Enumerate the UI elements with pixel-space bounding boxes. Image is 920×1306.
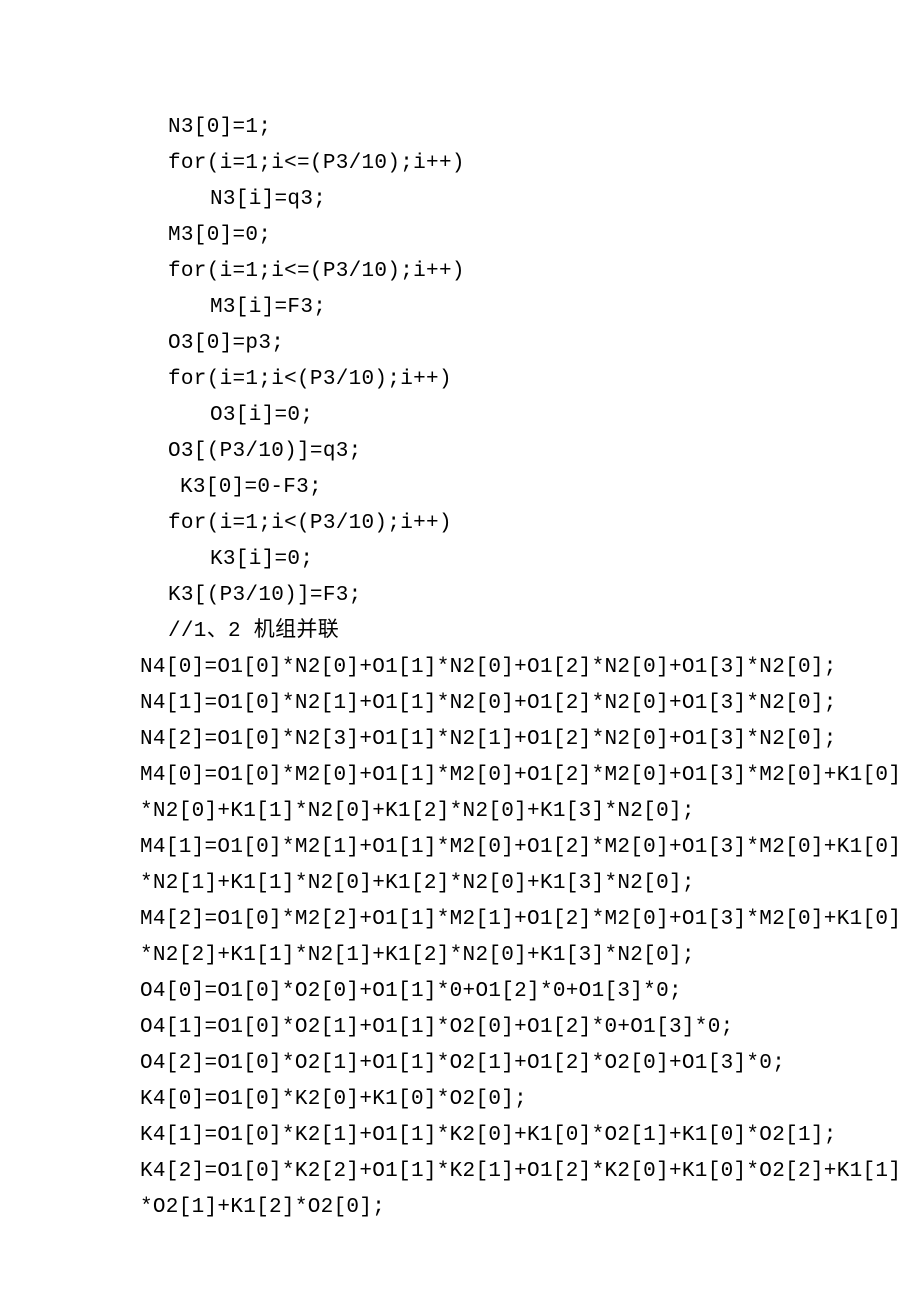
code-line: N3[0]=1; (140, 110, 780, 146)
code-line: *N2[2]+K1[1]*N2[1]+K1[2]*N2[0]+K1[3]*N2[… (140, 938, 780, 974)
code-line: K3[(P3/10)]=F3; (140, 578, 780, 614)
code-line: M4[1]=O1[0]*M2[1]+O1[1]*M2[0]+O1[2]*M2[0… (140, 830, 780, 866)
code-line: N3[i]=q3; (140, 182, 780, 218)
code-line: *N2[0]+K1[1]*N2[0]+K1[2]*N2[0]+K1[3]*N2[… (140, 794, 780, 830)
code-line: N4[2]=O1[0]*N2[3]+O1[1]*N2[1]+O1[2]*N2[0… (140, 722, 780, 758)
document-page: N3[0]=1;for(i=1;i<=(P3/10);i++)N3[i]=q3;… (0, 0, 920, 1306)
code-line: O3[(P3/10)]=q3; (140, 434, 780, 470)
code-line: O4[2]=O1[0]*O2[1]+O1[1]*O2[1]+O1[2]*O2[0… (140, 1046, 780, 1082)
code-line: K4[1]=O1[0]*K2[1]+O1[1]*K2[0]+K1[0]*O2[1… (140, 1118, 780, 1154)
code-line: O4[1]=O1[0]*O2[1]+O1[1]*O2[0]+O1[2]*0+O1… (140, 1010, 780, 1046)
code-line: O3[i]=0; (140, 398, 780, 434)
code-line: M4[2]=O1[0]*M2[2]+O1[1]*M2[1]+O1[2]*M2[0… (140, 902, 780, 938)
code-line: for(i=1;i<(P3/10);i++) (140, 506, 780, 542)
code-line: O3[0]=p3; (140, 326, 780, 362)
code-line: //1、2 机组并联 (140, 614, 780, 650)
code-line: K4[0]=O1[0]*K2[0]+K1[0]*O2[0]; (140, 1082, 780, 1118)
code-line: O4[0]=O1[0]*O2[0]+O1[1]*0+O1[2]*0+O1[3]*… (140, 974, 780, 1010)
code-line: M3[0]=0; (140, 218, 780, 254)
code-line: *N2[1]+K1[1]*N2[0]+K1[2]*N2[0]+K1[3]*N2[… (140, 866, 780, 902)
code-line: for(i=1;i<=(P3/10);i++) (140, 254, 780, 290)
code-line: M4[0]=O1[0]*M2[0]+O1[1]*M2[0]+O1[2]*M2[0… (140, 758, 780, 794)
code-line: N4[1]=O1[0]*N2[1]+O1[1]*N2[0]+O1[2]*N2[0… (140, 686, 780, 722)
code-line: for(i=1;i<=(P3/10);i++) (140, 146, 780, 182)
code-line: for(i=1;i<(P3/10);i++) (140, 362, 780, 398)
code-line: K4[2]=O1[0]*K2[2]+O1[1]*K2[1]+O1[2]*K2[0… (140, 1154, 780, 1190)
code-line: *O2[1]+K1[2]*O2[0]; (140, 1190, 780, 1226)
code-line: K3[i]=0; (140, 542, 780, 578)
code-line: K3[0]=0-F3; (140, 470, 780, 506)
code-line: N4[0]=O1[0]*N2[0]+O1[1]*N2[0]+O1[2]*N2[0… (140, 650, 780, 686)
code-line: M3[i]=F3; (140, 290, 780, 326)
